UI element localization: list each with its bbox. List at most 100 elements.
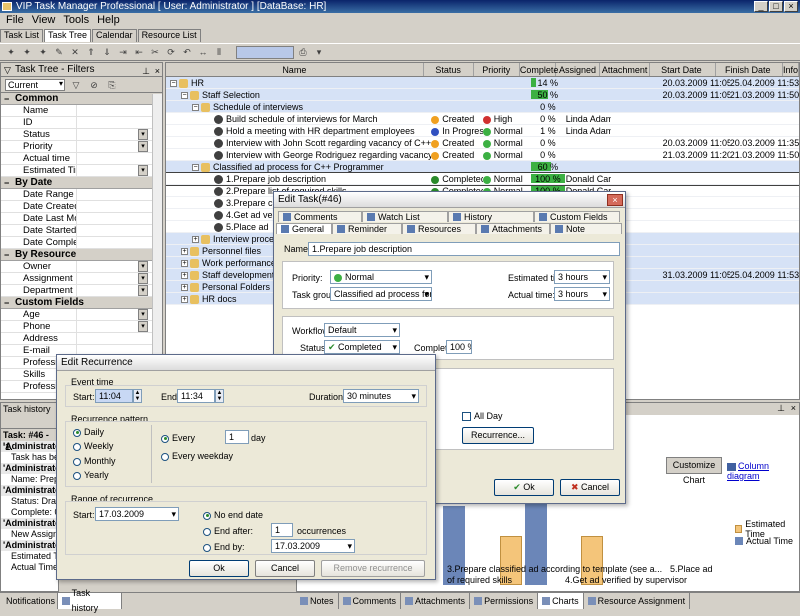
table-row[interactable]: Hold a meeting with HR department employ… <box>166 125 799 137</box>
indent-icon[interactable]: ⇥ <box>116 46 130 58</box>
dropdown-icon[interactable]: ▾ <box>138 309 148 320</box>
delete-icon[interactable]: ✕ <box>68 46 82 58</box>
expand-icon[interactable]: + <box>181 260 188 268</box>
filter-row[interactable]: Date Completed <box>1 237 162 249</box>
recurrence-cancel-button[interactable]: Cancel <box>255 560 315 577</box>
col-start-date[interactable]: Start Date <box>650 63 716 76</box>
filter-row-value[interactable]: ▾ <box>77 309 162 320</box>
col-finish-date[interactable]: Finish Date <box>716 63 783 76</box>
filter-row-value[interactable] <box>77 237 162 248</box>
filter-group-header[interactable]: Custom Fields <box>1 297 162 309</box>
customize-chart-button[interactable]: Customize Chart <box>666 457 722 485</box>
filter-row-value[interactable] <box>77 105 162 116</box>
tab-permissions[interactable]: Permissions <box>470 593 539 609</box>
filter-row-value[interactable]: ▾ <box>77 129 162 140</box>
estimated-time-select[interactable]: 3 hours <box>554 270 610 284</box>
filter-row-value[interactable] <box>77 225 162 236</box>
minimize-button[interactable]: _ <box>754 1 768 12</box>
close-panel-icon[interactable]: × <box>155 64 160 78</box>
filter-row-value[interactable] <box>77 117 162 128</box>
start-time-spin[interactable]: ▲ ▼ <box>133 389 142 403</box>
col-status[interactable]: Status <box>424 63 474 76</box>
filter-row[interactable]: Date Range <box>1 189 162 201</box>
table-row[interactable]: Build schedule of interviews for March Cr… <box>166 113 799 125</box>
tab-resource-assignment[interactable]: Resource Assignment <box>584 593 691 609</box>
dropdown-icon[interactable]: ▾ <box>138 285 148 296</box>
undo-icon[interactable]: ↶ <box>180 46 194 58</box>
pin-icon[interactable]: ⊥ <box>142 64 150 78</box>
workflow-select[interactable]: Default <box>324 323 400 337</box>
outdent-icon[interactable]: ⇤ <box>132 46 146 58</box>
col-complete[interactable]: Complete <box>520 63 558 76</box>
priority-select[interactable]: Normal <box>330 270 432 284</box>
filter-row-value[interactable]: ▾ <box>77 321 162 332</box>
tab-comments[interactable]: Comments <box>339 593 402 609</box>
filter-row[interactable]: Date Last Modified <box>1 213 162 225</box>
range-start-select[interactable]: 17.03.2009 <box>95 507 179 521</box>
menu-view[interactable]: View <box>32 13 56 28</box>
filter-row[interactable]: Address <box>1 333 162 345</box>
edit-icon[interactable]: ✎ <box>52 46 66 58</box>
expand-icon[interactable]: + <box>181 272 188 280</box>
new-task-icon[interactable]: ✦ <box>4 46 18 58</box>
pattern-weekly[interactable]: Weekly <box>73 441 113 451</box>
chart-panel-pin-icon[interactable]: ⊥ <box>777 403 785 414</box>
expand-icon[interactable]: + <box>181 248 188 256</box>
move-down-icon[interactable]: ⇓ <box>100 46 114 58</box>
menu-file[interactable]: File <box>6 13 24 28</box>
tab-task-list[interactable]: Task List <box>0 29 44 42</box>
tab-history[interactable]: History <box>448 211 534 222</box>
filter-row[interactable]: Status ▾ <box>1 129 162 141</box>
collapse-icon[interactable]: − <box>181 92 188 100</box>
tab-notifications[interactable]: Notifications <box>0 593 58 609</box>
filter-current-select[interactable]: Current <box>5 78 65 91</box>
tab-calendar[interactable]: Calendar <box>92 29 137 42</box>
tab-note[interactable]: Note <box>550 223 622 234</box>
tab-attachments-dlg[interactable]: Attachments <box>476 223 550 234</box>
start-time-input[interactable]: 11:04 <box>95 389 133 403</box>
end-by-select[interactable]: 17.03.2009 <box>271 539 355 553</box>
col-info[interactable]: Info <box>783 63 799 76</box>
filter-row-value[interactable]: ▾ <box>77 285 162 296</box>
dropdown-icon[interactable]: ▾ <box>138 129 148 140</box>
dropdown-icon[interactable]: ▾ <box>138 165 148 176</box>
table-row[interactable]: − Staff Selection 50 % 20.03.2009 11:05 21.0… <box>166 89 799 101</box>
filter-save-icon[interactable]: ⎘ <box>105 79 119 91</box>
col-priority[interactable]: Priority <box>474 63 520 76</box>
expand-icon[interactable]: + <box>192 236 199 244</box>
options-icon[interactable]: ▾ <box>312 46 326 58</box>
all-day-checkbox[interactable]: All Day <box>462 411 503 422</box>
close-button[interactable]: × <box>784 1 798 12</box>
new-group-icon[interactable]: ✦ <box>36 46 50 58</box>
every-days-input[interactable]: 1 <box>225 430 249 444</box>
col-assigned[interactable]: Assigned <box>556 63 601 76</box>
complete-input[interactable]: 100 % <box>446 340 472 354</box>
every-radio[interactable]: Every <box>161 433 195 443</box>
end-by-radio[interactable]: End by: <box>203 542 245 552</box>
filter-row[interactable]: Phone ▾ <box>1 321 162 333</box>
expand-icon[interactable]: + <box>181 284 188 292</box>
filter-row-value[interactable] <box>77 201 162 212</box>
table-row[interactable]: − Schedule of interviews 0 % <box>166 101 799 113</box>
filter-row[interactable]: Age ▾ <box>1 309 162 321</box>
collapse-icon[interactable]: − <box>170 80 177 88</box>
filter-group-header[interactable]: By Date <box>1 177 162 189</box>
refresh-icon[interactable]: ⟳ <box>164 46 178 58</box>
menu-help[interactable]: Help <box>97 13 120 28</box>
table-row[interactable]: 1.Prepare job description Completed Normal… <box>166 172 799 186</box>
move-up-icon[interactable]: ⇑ <box>84 46 98 58</box>
filter-group-header[interactable]: By Resource <box>1 249 162 261</box>
filter-row-value[interactable] <box>77 153 162 164</box>
tab-task-tree[interactable]: Task Tree <box>44 29 92 42</box>
table-row[interactable]: − HR 14 % 20.03.2009 11:05 25.04.2009 11:53 <box>166 77 799 89</box>
filter-row[interactable]: Estimated Time ▾ <box>1 165 162 177</box>
tab-task-history[interactable]: Task history <box>58 588 122 613</box>
print-icon[interactable]: ⎙ <box>296 46 310 58</box>
duration-select[interactable]: 30 minutes <box>343 389 419 403</box>
pattern-monthly[interactable]: Monthly <box>73 456 116 466</box>
end-time-input[interactable]: 11:34 <box>177 389 215 403</box>
remove-recurrence-button[interactable]: Remove recurrence <box>321 560 425 577</box>
col-name[interactable]: Name <box>166 63 424 76</box>
dropdown-icon[interactable]: ▾ <box>138 141 148 152</box>
tab-custom-fields[interactable]: Custom Fields <box>534 211 620 222</box>
